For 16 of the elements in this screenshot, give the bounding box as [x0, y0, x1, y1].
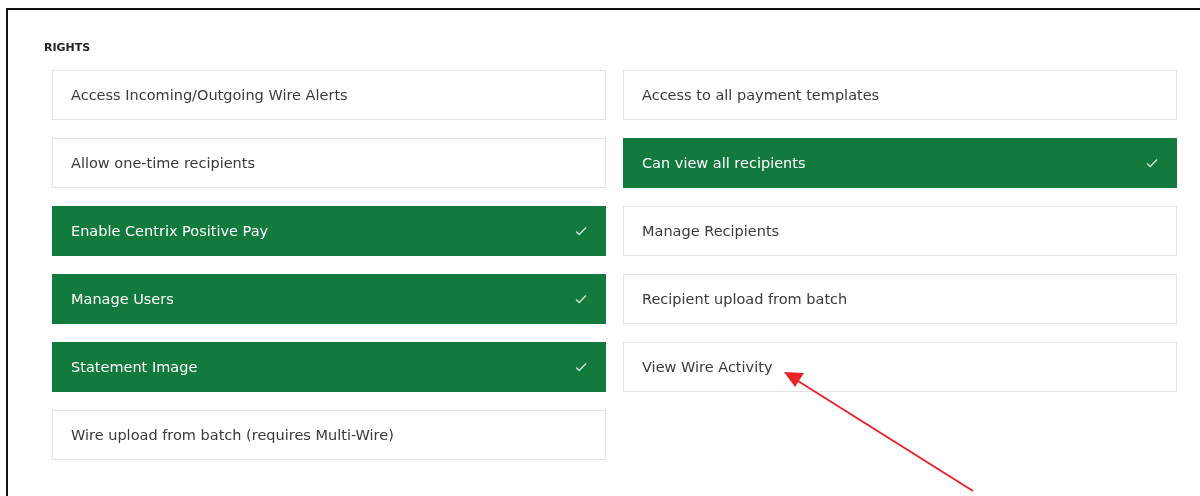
right-toggle[interactable]: Statement Image	[52, 342, 606, 392]
check-icon	[1146, 158, 1158, 168]
right-toggle[interactable]: Enable Centrix Positive Pay	[52, 206, 606, 256]
right-toggle[interactable]: Allow one-time recipients	[52, 138, 606, 188]
right-toggle[interactable]: Recipient upload from batch	[623, 274, 1177, 324]
right-toggle[interactable]: Wire upload from batch (requires Multi-Wire)	[52, 410, 606, 460]
right-toggle[interactable]: Can view all recipients	[623, 138, 1177, 188]
right-toggle[interactable]: Manage Recipients	[623, 206, 1177, 256]
check-icon	[575, 362, 587, 372]
check-icon	[575, 294, 587, 304]
right-toggle[interactable]: View Wire Activity	[623, 342, 1177, 392]
right-toggle[interactable]: Access to all payment templates	[623, 70, 1177, 120]
check-icon	[575, 226, 587, 236]
right-toggle[interactable]: Access Incoming/Outgoing Wire Alerts	[52, 70, 606, 120]
section-title: RIGHTS	[44, 40, 91, 56]
right-toggle[interactable]: Manage Users	[52, 274, 606, 324]
